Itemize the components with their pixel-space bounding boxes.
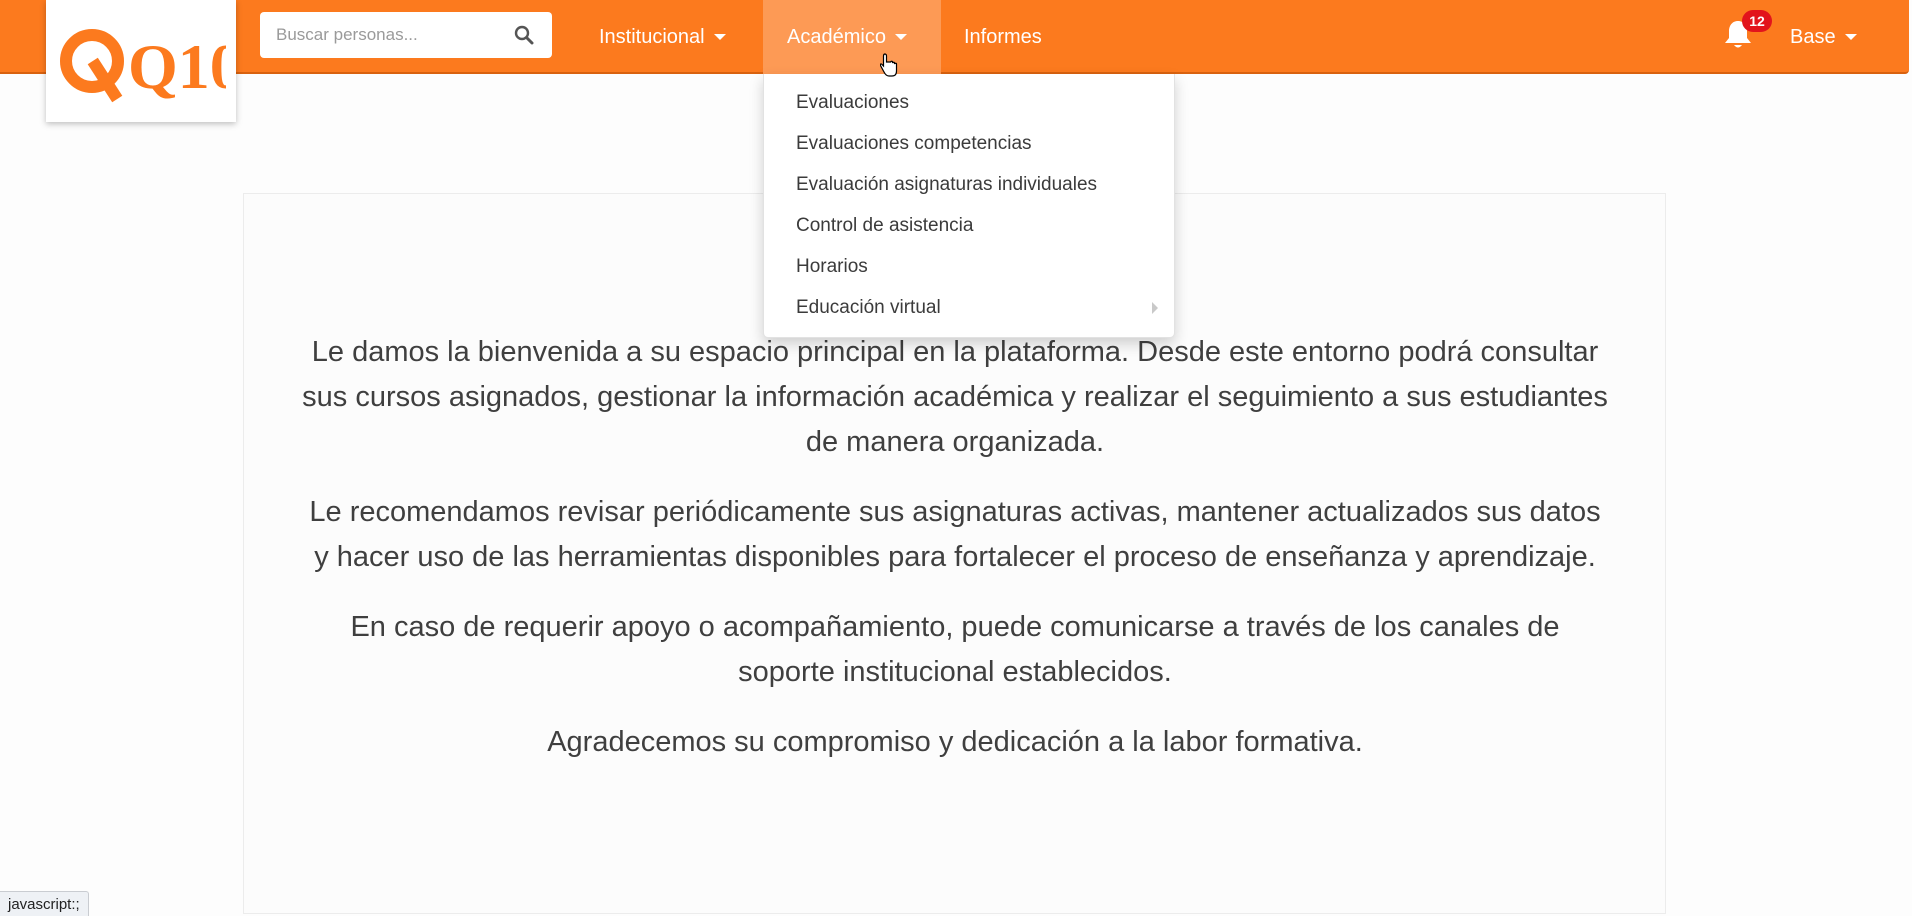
nav-informes[interactable]: Informes [940,0,1066,74]
menu-item-label: Control de asistencia [796,214,974,236]
menu-item-evaluacion-asignaturas-individuales[interactable]: Evaluación asignaturas individuales [764,164,1174,205]
status-bar-url: javascript:; [0,891,89,916]
chevron-down-icon [713,34,726,40]
menu-item-label: Evaluaciones competencias [796,132,1032,154]
menu-item-label: Evaluación asignaturas individuales [796,173,1098,195]
search-box[interactable] [260,12,552,58]
menu-item-label: Horarios [796,255,868,277]
nav-institucional[interactable]: Institucional [575,0,750,74]
menu-item-evaluaciones[interactable]: Evaluaciones [764,82,1174,123]
user-menu[interactable]: Base [1766,0,1881,74]
menu-item-label: Educación virtual [796,296,941,318]
menu-item-evaluaciones-competencias[interactable]: Evaluaciones competencias [764,123,1174,164]
academico-dropdown-menu: Evaluaciones Evaluaciones competencias E… [763,74,1175,338]
hand-cursor-icon [879,53,898,82]
logo-text: Q10 [128,31,226,102]
user-menu-label: Base [1790,25,1836,48]
search-input[interactable] [276,25,512,45]
welcome-paragraph: Le damos la bienvenida a su espacio prin… [302,336,1608,458]
chevron-down-icon [894,34,907,40]
nav-institucional-label: Institucional [599,25,705,48]
welcome-paragraph: En caso de requerir apoyo o acompañamien… [350,611,1560,688]
chevron-down-icon [1844,34,1857,40]
menu-item-educacion-virtual[interactable]: Educación virtual [764,287,1174,328]
menu-item-label: Evaluaciones [796,91,910,113]
q10-logo-icon: Q10 [60,29,226,103]
welcome-paragraph: Agradecemos su compromiso y dedicación a… [547,726,1363,758]
chevron-right-icon [1152,301,1158,314]
menu-item-horarios[interactable]: Horarios [764,246,1174,287]
nav-academico[interactable]: Académico [763,0,941,74]
welcome-paragraph: Le recomendamos revisar periódicamente s… [309,496,1601,573]
top-navbar: Institucional Académico Informes 12 Base [0,0,1909,74]
welcome-message: Le damos la bienvenida a su espacio prin… [300,330,1610,790]
menu-item-control-asistencia[interactable]: Control de asistencia [764,205,1174,246]
search-icon[interactable] [512,23,536,47]
nav-academico-label: Académico [787,25,886,48]
nav-informes-label: Informes [964,25,1042,48]
logo[interactable]: Q10 [46,0,236,122]
